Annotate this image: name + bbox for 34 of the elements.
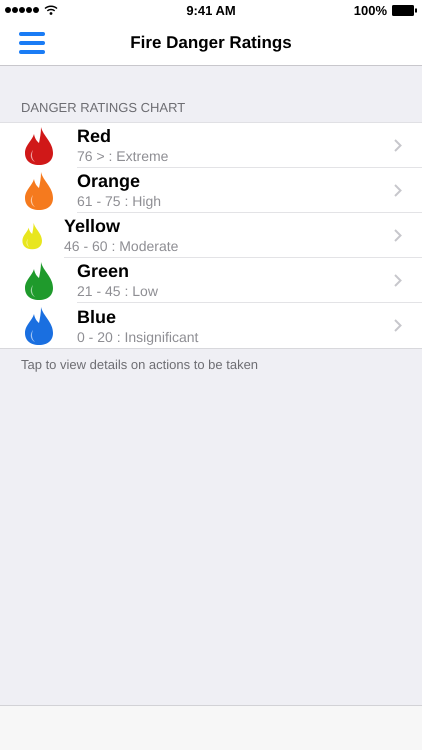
rating-range: 61 - 75 : High (77, 192, 162, 210)
nav-title: Fire Danger Ratings (130, 32, 292, 52)
rating-row[interactable]: Blue 0 - 20 : Insignificant (0, 303, 422, 348)
rating-range: 76 > : Extreme (77, 147, 168, 165)
rating-name: Green (77, 260, 130, 282)
rating-row[interactable]: Orange 61 - 75 : High (0, 168, 422, 213)
battery-icon (392, 4, 417, 16)
flame-icon (22, 260, 54, 300)
chevron-icon (394, 228, 402, 242)
wifi-icon (44, 5, 58, 15)
flame-icon (20, 222, 44, 250)
rating-row[interactable]: Red 76 > : Extreme (0, 123, 422, 168)
battery-percent: 100% (354, 2, 387, 18)
section-header: DANGER RATINGS CHART (20, 99, 186, 117)
flame-icon (22, 170, 54, 210)
rating-range: 0 - 20 : Insignificant (77, 328, 198, 346)
rating-name: Yellow (64, 215, 120, 237)
rating-name: Blue (77, 306, 116, 328)
rating-range: 46 - 60 : Moderate (64, 237, 178, 255)
rating-range: 21 - 45 : Low (77, 282, 158, 300)
rating-name: Orange (77, 170, 140, 192)
chevron-icon (394, 274, 402, 286)
chevron-icon (394, 319, 402, 332)
signal-icon (5, 7, 39, 13)
rating-row[interactable]: Yellow 46 - 60 : Moderate (0, 213, 422, 258)
rating-name: Red (77, 125, 112, 147)
chevron-icon (394, 184, 402, 196)
flame-icon (22, 126, 54, 166)
flame-icon (22, 306, 54, 346)
status-time: 9:41 AM (186, 2, 236, 18)
section-footer: Tap to view details on actions to be taken (0, 349, 422, 380)
rating-row[interactable]: Green 21 - 45 : Low (0, 258, 422, 303)
menu-button[interactable] (19, 32, 45, 54)
chevron-icon (394, 138, 402, 152)
